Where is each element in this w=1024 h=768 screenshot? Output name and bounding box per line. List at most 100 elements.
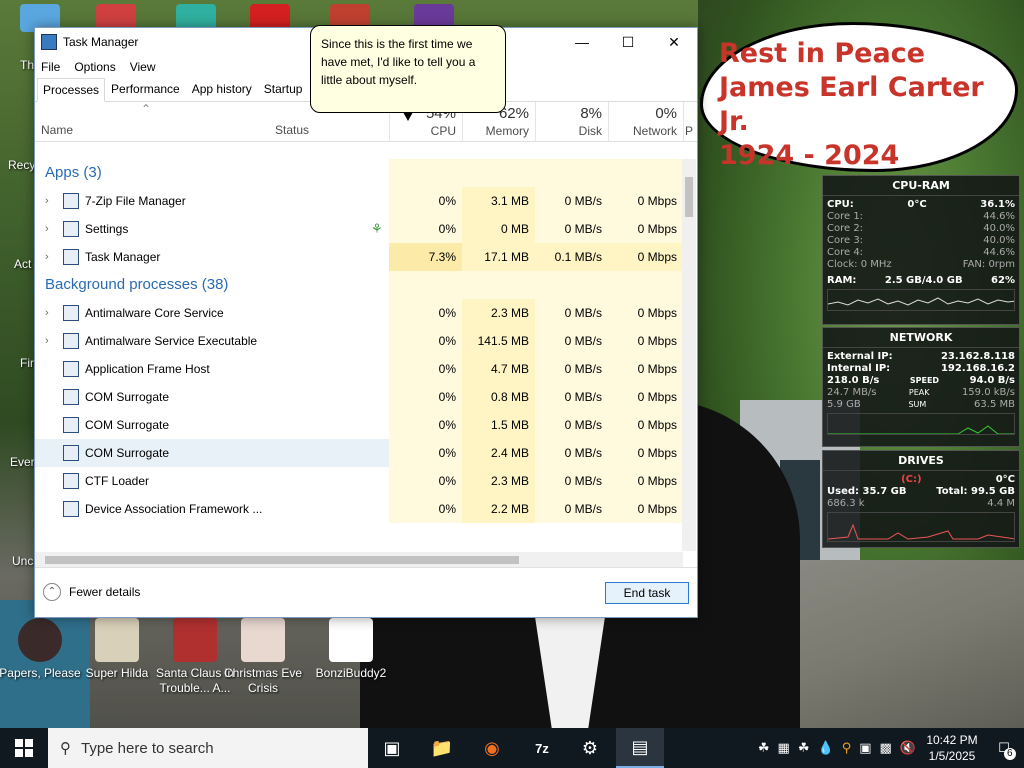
tray-icon[interactable]: ⚲ [838,740,856,756]
drive-temp: 0°C [995,474,1015,485]
external-ip-label: External IP: [827,351,893,362]
core-value: 44.6% [983,247,1015,258]
horizontal-scrollbar[interactable] [35,552,683,568]
clock[interactable]: 10:42 PM 1/5/2025 [920,732,984,764]
desktop-label-partial[interactable]: Act [14,257,31,271]
column-disk[interactable]: 8% Disk [535,102,608,142]
menu-view[interactable]: View [130,60,156,74]
column-extra[interactable]: P [683,102,697,142]
close-button[interactable]: ✕ [651,28,697,56]
taskbar: ⚲ Type here to search ▣ 📁 ◉ 7z ⚙ ▤ ☘ ▦ ☘… [0,728,1024,768]
system-tray: ☘ ▦ ☘ 💧 ⚲ ▣ ▩ 🔇 10:42 PM 1/5/2025 ☐ 6 [754,728,1024,768]
process-row[interactable]: Application Frame Host 0% 4.7 MB 0 MB/s 0 Mb… [35,355,683,383]
process-row[interactable]: CTF Loader 0% 2.3 MB 0 MB/s 0 Mbps [35,467,683,495]
process-list[interactable]: Apps (3) › 7-Zip File Manager 0% 3.1 MB 0 MB/… [35,159,683,551]
super-hilda-icon [95,618,139,662]
process-row[interactable]: › Settings ⚘ 0% 0 MB 0 MB/s 0 Mbps [35,215,683,243]
notification-button[interactable]: ☐ 6 [984,728,1024,768]
speed-up: 94.0 B/s [969,375,1015,386]
maximize-button[interactable]: ☐ [605,28,651,56]
disk-cell: 0 MB/s [535,467,608,495]
balloon-text: Since this is the first time we have met… [321,37,476,87]
desktop-icon-super-hilda[interactable]: Super Hilda [75,618,159,681]
expand-chevron-icon[interactable]: › [45,327,49,355]
taskbar-search[interactable]: ⚲ Type here to search [48,728,368,768]
process-row[interactable]: › Antimalware Core Service 0% 2.3 MB 0 MB/s 0… [35,299,683,327]
firefox-icon[interactable]: ◉ [468,728,516,768]
expand-chevron-icon[interactable]: › [45,187,49,215]
group-header[interactable]: Apps (3) [35,159,683,187]
task-manager-icon[interactable]: ▤ [616,728,664,768]
end-task-button[interactable]: End task [605,582,689,604]
settings-icon[interactable]: ⚙ [566,728,614,768]
vertical-scrollbar[interactable] [682,159,696,551]
disk-cell: 0.1 MB/s [535,243,608,271]
peak-label: PEAK [908,388,930,397]
group-header[interactable]: Background processes (38) [35,271,683,299]
desktop-icon-bonzibuddy2[interactable]: BonziBuddy2 [309,618,393,681]
process-row[interactable]: › Task Manager 7.3% 17.1 MB 0.1 MB/s 0 Mbps [35,243,683,271]
7zip-icon[interactable]: 7z [518,728,566,768]
network-gadget[interactable]: NETWORK External IP: 23.162.8.118 Interna… [822,327,1020,447]
desktop-label-partial[interactable]: Ever [10,455,35,469]
process-row[interactable]: › Antimalware Service Executable 0% 141.5 M… [35,327,683,355]
cpu-cell: 0% [389,411,462,439]
desktop-icon-christmas-eve-crisis[interactable]: Christmas Eve Crisis [221,618,305,696]
heat-cell [389,159,462,187]
menu-file[interactable]: File [41,60,60,74]
tray-icon[interactable]: ☘ [754,740,774,756]
tray-icon[interactable]: ▣ [855,740,875,756]
notification-count: 6 [1003,748,1016,760]
desktop-label-partial[interactable]: Th [20,58,34,72]
memory-cell: 17.1 MB [462,243,535,271]
tray-icon[interactable]: ☘ [794,740,814,756]
process-row[interactable]: COM Surrogate 0% 1.5 MB 0 MB/s 0 Mbps [35,411,683,439]
ram-pct: 62% [991,275,1015,286]
ram-graph [827,289,1015,311]
tab-performance[interactable]: Performance [105,77,186,101]
drives-gadget[interactable]: DRIVES (C:) 0°C Used: 35.7 GB Total: 99.5 … [822,450,1020,548]
disk-cell: 0 MB/s [535,299,608,327]
fewer-details-button[interactable]: ⌃ Fewer details [43,583,140,601]
expand-chevron-icon[interactable]: › [45,243,49,271]
virtualbox-icon[interactable]: ▣ [368,728,416,768]
expand-chevron-icon[interactable]: › [45,299,49,327]
network-cell: 0 Mbps [608,355,683,383]
process-row[interactable]: › 7-Zip File Manager 0% 3.1 MB 0 MB/s 0 Mbps [35,187,683,215]
tray-icon[interactable]: 💧 [814,740,838,756]
memorial-line-3: 1924 - 2024 [719,140,900,171]
assistant-balloon[interactable]: Since this is the first time we have met… [310,25,506,121]
volume-icon[interactable]: 🔇 [896,740,920,756]
desktop-label-partial[interactable]: Unc [12,554,33,568]
process-row[interactable]: COM Surrogate 0% 0.8 MB 0 MB/s 0 Mbps [35,383,683,411]
drive-used: Used: 35.7 GB [827,486,907,497]
cpu-cell: 0% [389,187,462,215]
process-icon [63,305,79,321]
process-row[interactable]: Device Association Framework ... 0% 2.2 MB… [35,495,683,523]
cpu-cell: 0% [389,355,462,383]
column-status[interactable]: Status [275,123,309,137]
file-explorer-icon[interactable]: 📁 [418,728,466,768]
desktop-icon-papers-please[interactable]: Papers, Please [0,618,82,681]
tab-startup[interactable]: Startup [258,77,309,101]
tab-app-history[interactable]: App history [186,77,258,101]
desktop-label-partial[interactable]: Recy [8,158,35,172]
minimize-button[interactable]: — [559,28,605,56]
column-name[interactable]: Name [41,123,73,137]
network-icon[interactable]: ▩ [876,740,896,756]
desktop-label-partial[interactable]: Fir [20,356,34,370]
expand-chevron-icon[interactable]: › [45,215,49,243]
cpu-cell: 0% [389,439,462,467]
disk-cell: 0 MB/s [535,187,608,215]
menu-options[interactable]: Options [74,60,115,74]
start-button[interactable] [0,728,48,768]
cpu-ram-gadget[interactable]: CPU-RAM CPU: 0°C 36.1% Core 1: 44.6% Core… [822,175,1020,325]
process-name: Settings [85,222,129,236]
tray-icon[interactable]: ▦ [774,740,794,756]
process-row[interactable]: COM Surrogate 0% 2.4 MB 0 MB/s 0 Mbps [35,439,683,467]
task-manager-window[interactable]: Task Manager — ☐ ✕ File Options View Pro… [34,27,698,618]
tab-processes[interactable]: Processes [37,78,106,102]
heat-cell [389,271,462,299]
column-network[interactable]: 0% Network [608,102,683,142]
network-cell: 0 Mbps [608,187,683,215]
